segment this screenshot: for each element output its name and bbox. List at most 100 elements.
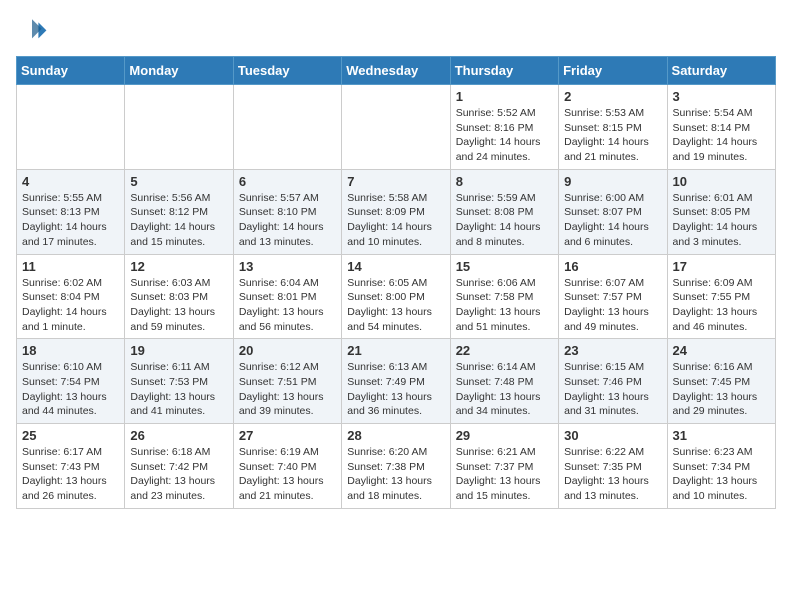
- day-number: 15: [456, 259, 553, 274]
- calendar-cell: 25Sunrise: 6:17 AM Sunset: 7:43 PM Dayli…: [17, 424, 125, 509]
- day-info: Sunrise: 6:19 AM Sunset: 7:40 PM Dayligh…: [239, 445, 336, 504]
- calendar-cell: [17, 85, 125, 170]
- calendar-cell: 6 Sunrise: 5:57 AM Sunset: 8:10 PM Daylig…: [233, 169, 341, 254]
- calendar-cell: 19 Sunrise: 6:11 AM Sunset: 7:53 PM Dayli…: [125, 339, 233, 424]
- calendar-cell: [125, 85, 233, 170]
- day-info: Sunrise: 6:10 AM Sunset: 7:54 PM Dayligh…: [22, 360, 119, 419]
- calendar-week-row: 18 Sunrise: 6:10 AM Sunset: 7:54 PM Dayli…: [17, 339, 776, 424]
- day-info: Sunrise: 5:59 AM Sunset: 8:08 PM Dayligh…: [456, 191, 553, 250]
- day-info: Sunrise: 6:03 AM Sunset: 8:03 PM Dayligh…: [130, 276, 227, 335]
- calendar-cell: 14 Sunrise: 6:05 AM Sunset: 8:00 PM Dayli…: [342, 254, 450, 339]
- calendar: SundayMondayTuesdayWednesdayThursdayFrid…: [16, 56, 776, 509]
- calendar-cell: 9Sunrise: 6:00 AM Sunset: 8:07 PM Daylig…: [559, 169, 667, 254]
- day-info: Sunrise: 6:13 AM Sunset: 7:49 PM Dayligh…: [347, 360, 444, 419]
- day-info: Sunrise: 6:12 AM Sunset: 7:51 PM Dayligh…: [239, 360, 336, 419]
- day-info: Sunrise: 6:02 AM Sunset: 8:04 PM Dayligh…: [22, 276, 119, 335]
- day-number: 5: [130, 174, 227, 189]
- calendar-cell: 12 Sunrise: 6:03 AM Sunset: 8:03 PM Dayli…: [125, 254, 233, 339]
- calendar-cell: 31 Sunrise: 6:23 AM Sunset: 7:34 PM Dayli…: [667, 424, 775, 509]
- calendar-cell: 23 Sunrise: 6:15 AM Sunset: 7:46 PM Dayli…: [559, 339, 667, 424]
- calendar-cell: 21 Sunrise: 6:13 AM Sunset: 7:49 PM Dayli…: [342, 339, 450, 424]
- calendar-cell: 10 Sunrise: 6:01 AM Sunset: 8:05 PM Dayli…: [667, 169, 775, 254]
- day-number: 30: [564, 428, 661, 443]
- day-info: Sunrise: 5:55 AM Sunset: 8:13 PM Dayligh…: [22, 191, 119, 250]
- day-info: Sunrise: 6:16 AM Sunset: 7:45 PM Dayligh…: [673, 360, 770, 419]
- calendar-cell: 28Sunrise: 6:20 AM Sunset: 7:38 PM Dayli…: [342, 424, 450, 509]
- day-number: 21: [347, 343, 444, 358]
- day-number: 24: [673, 343, 770, 358]
- calendar-header-row: SundayMondayTuesdayWednesdayThursdayFrid…: [17, 57, 776, 85]
- calendar-cell: 20 Sunrise: 6:12 AM Sunset: 7:51 PM Dayli…: [233, 339, 341, 424]
- day-info: Sunrise: 6:11 AM Sunset: 7:53 PM Dayligh…: [130, 360, 227, 419]
- day-number: 10: [673, 174, 770, 189]
- day-number: 7: [347, 174, 444, 189]
- day-number: 19: [130, 343, 227, 358]
- day-header-saturday: Saturday: [667, 57, 775, 85]
- logo-icon: [16, 16, 48, 48]
- day-number: 31: [673, 428, 770, 443]
- calendar-cell: 29 Sunrise: 6:21 AM Sunset: 7:37 PM Dayli…: [450, 424, 558, 509]
- calendar-cell: 26Sunrise: 6:18 AM Sunset: 7:42 PM Dayli…: [125, 424, 233, 509]
- day-info: Sunrise: 6:04 AM Sunset: 8:01 PM Dayligh…: [239, 276, 336, 335]
- day-header-thursday: Thursday: [450, 57, 558, 85]
- day-info: Sunrise: 5:56 AM Sunset: 8:12 PM Dayligh…: [130, 191, 227, 250]
- day-number: 22: [456, 343, 553, 358]
- day-info: Sunrise: 6:23 AM Sunset: 7:34 PM Dayligh…: [673, 445, 770, 504]
- calendar-cell: 11 Sunrise: 6:02 AM Sunset: 8:04 PM Dayli…: [17, 254, 125, 339]
- day-number: 1: [456, 89, 553, 104]
- calendar-week-row: 25Sunrise: 6:17 AM Sunset: 7:43 PM Dayli…: [17, 424, 776, 509]
- day-number: 20: [239, 343, 336, 358]
- calendar-cell: 24 Sunrise: 6:16 AM Sunset: 7:45 PM Dayli…: [667, 339, 775, 424]
- day-number: 13: [239, 259, 336, 274]
- day-info: Sunrise: 5:52 AM Sunset: 8:16 PM Dayligh…: [456, 106, 553, 165]
- page-header: [16, 16, 776, 48]
- day-number: 4: [22, 174, 119, 189]
- day-info: Sunrise: 6:21 AM Sunset: 7:37 PM Dayligh…: [456, 445, 553, 504]
- calendar-cell: [342, 85, 450, 170]
- calendar-week-row: 4 Sunrise: 5:55 AM Sunset: 8:13 PM Daylig…: [17, 169, 776, 254]
- day-number: 14: [347, 259, 444, 274]
- calendar-cell: 4 Sunrise: 5:55 AM Sunset: 8:13 PM Daylig…: [17, 169, 125, 254]
- calendar-cell: 22 Sunrise: 6:14 AM Sunset: 7:48 PM Dayli…: [450, 339, 558, 424]
- day-number: 12: [130, 259, 227, 274]
- calendar-week-row: 11 Sunrise: 6:02 AM Sunset: 8:04 PM Dayli…: [17, 254, 776, 339]
- day-info: Sunrise: 6:01 AM Sunset: 8:05 PM Dayligh…: [673, 191, 770, 250]
- day-info: Sunrise: 6:15 AM Sunset: 7:46 PM Dayligh…: [564, 360, 661, 419]
- day-number: 17: [673, 259, 770, 274]
- day-number: 23: [564, 343, 661, 358]
- calendar-cell: 16 Sunrise: 6:07 AM Sunset: 7:57 PM Dayli…: [559, 254, 667, 339]
- day-header-sunday: Sunday: [17, 57, 125, 85]
- day-number: 11: [22, 259, 119, 274]
- calendar-cell: 3 Sunrise: 5:54 AM Sunset: 8:14 PM Daylig…: [667, 85, 775, 170]
- calendar-cell: 5 Sunrise: 5:56 AM Sunset: 8:12 PM Daylig…: [125, 169, 233, 254]
- day-header-monday: Monday: [125, 57, 233, 85]
- day-header-tuesday: Tuesday: [233, 57, 341, 85]
- logo: [16, 16, 52, 48]
- day-info: Sunrise: 5:53 AM Sunset: 8:15 PM Dayligh…: [564, 106, 661, 165]
- day-number: 16: [564, 259, 661, 274]
- day-info: Sunrise: 6:14 AM Sunset: 7:48 PM Dayligh…: [456, 360, 553, 419]
- day-header-wednesday: Wednesday: [342, 57, 450, 85]
- day-number: 8: [456, 174, 553, 189]
- day-number: 3: [673, 89, 770, 104]
- day-info: Sunrise: 6:22 AM Sunset: 7:35 PM Dayligh…: [564, 445, 661, 504]
- day-info: Sunrise: 5:58 AM Sunset: 8:09 PM Dayligh…: [347, 191, 444, 250]
- day-info: Sunrise: 6:05 AM Sunset: 8:00 PM Dayligh…: [347, 276, 444, 335]
- day-number: 18: [22, 343, 119, 358]
- calendar-cell: 15Sunrise: 6:06 AM Sunset: 7:58 PM Dayli…: [450, 254, 558, 339]
- day-number: 6: [239, 174, 336, 189]
- day-header-friday: Friday: [559, 57, 667, 85]
- calendar-cell: 1 Sunrise: 5:52 AM Sunset: 8:16 PM Daylig…: [450, 85, 558, 170]
- day-number: 29: [456, 428, 553, 443]
- calendar-cell: 18 Sunrise: 6:10 AM Sunset: 7:54 PM Dayli…: [17, 339, 125, 424]
- calendar-week-row: 1 Sunrise: 5:52 AM Sunset: 8:16 PM Daylig…: [17, 85, 776, 170]
- day-number: 28: [347, 428, 444, 443]
- day-info: Sunrise: 6:07 AM Sunset: 7:57 PM Dayligh…: [564, 276, 661, 335]
- day-info: Sunrise: 5:57 AM Sunset: 8:10 PM Dayligh…: [239, 191, 336, 250]
- calendar-cell: 13 Sunrise: 6:04 AM Sunset: 8:01 PM Dayli…: [233, 254, 341, 339]
- calendar-cell: 7 Sunrise: 5:58 AM Sunset: 8:09 PM Daylig…: [342, 169, 450, 254]
- day-info: Sunrise: 5:54 AM Sunset: 8:14 PM Dayligh…: [673, 106, 770, 165]
- day-number: 26: [130, 428, 227, 443]
- calendar-cell: 2Sunrise: 5:53 AM Sunset: 8:15 PM Daylig…: [559, 85, 667, 170]
- day-number: 9: [564, 174, 661, 189]
